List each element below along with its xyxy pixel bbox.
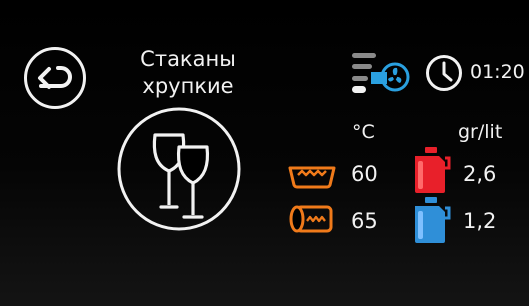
wine-glasses-icon xyxy=(117,107,241,231)
clock-icon xyxy=(425,54,463,92)
program-name-line2: хрупкие xyxy=(142,74,234,98)
rinse-aid-canister-icon xyxy=(409,196,451,244)
detergent-dose: 2,6 xyxy=(463,162,497,186)
dishwasher-program-screen: Стаканы хрупкие 01:20 °C gr/lit 60 65 2,… xyxy=(0,0,529,306)
rinse-aid-dose: 1,2 xyxy=(463,209,497,233)
wash-heater-icon xyxy=(287,158,337,190)
detergent-canister-icon xyxy=(409,146,451,194)
rinse-boiler-icon xyxy=(288,203,338,235)
program-icon-button[interactable] xyxy=(117,107,241,231)
fan-drying-icon xyxy=(351,50,411,96)
temperature-unit-label: °C xyxy=(352,121,375,143)
program-name: Стаканы хрупкие xyxy=(118,46,258,100)
wash-temperature: 60 xyxy=(351,162,378,186)
program-name-line1: Стаканы xyxy=(140,47,236,71)
dosage-unit-label: gr/lit xyxy=(458,121,503,143)
back-arrow-icon xyxy=(24,47,86,109)
back-button[interactable] xyxy=(23,46,87,110)
rinse-temperature: 65 xyxy=(351,209,378,233)
cycle-time: 01:20 xyxy=(470,61,525,83)
